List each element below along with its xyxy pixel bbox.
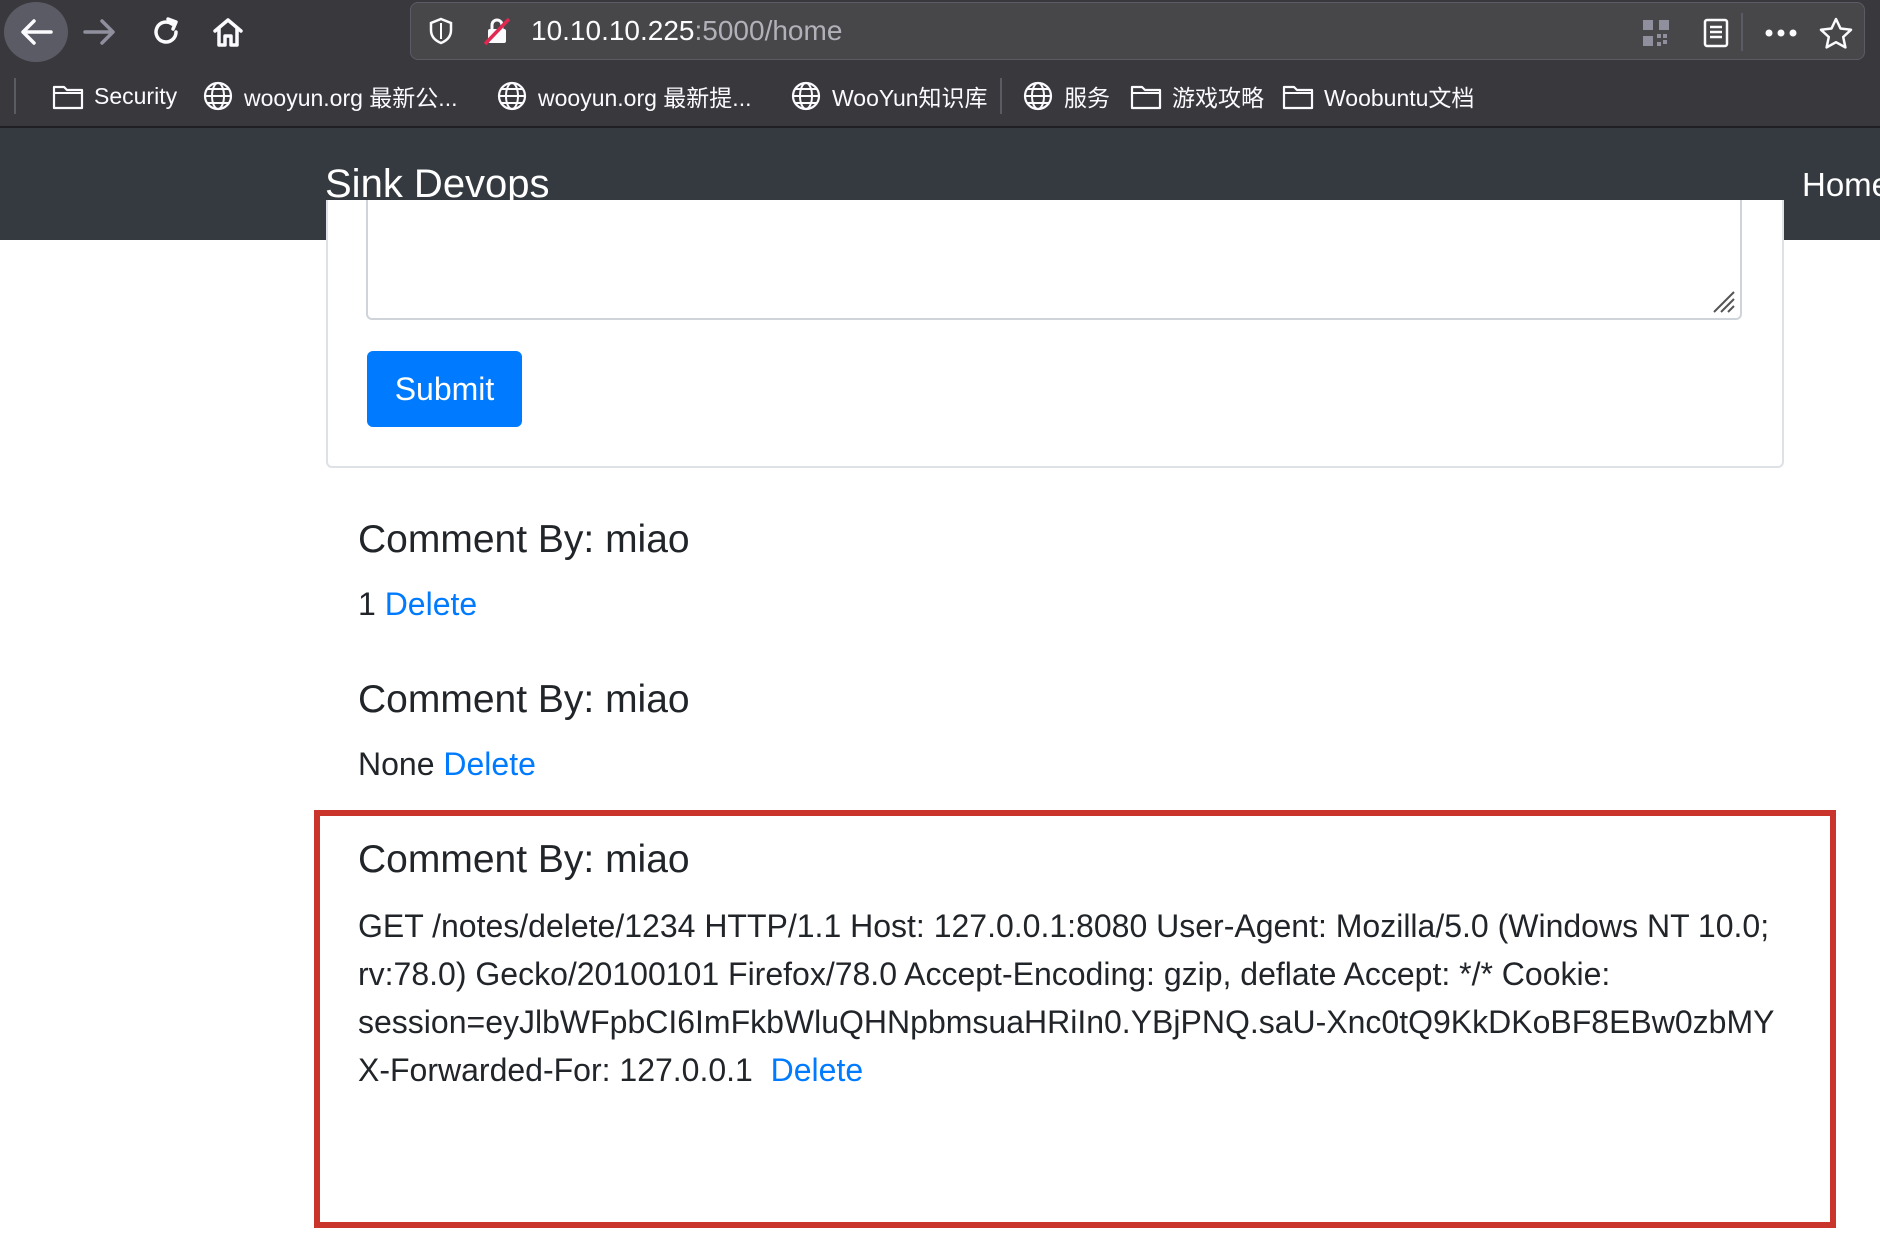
bookmarks-separator <box>1000 78 1002 114</box>
bookmark-woobuntu-docs[interactable]: Woobuntu文档 <box>1282 78 1474 114</box>
bookmark-wooyun-1[interactable]: wooyun.org 最新公... <box>202 78 457 114</box>
shield-icon[interactable] <box>425 15 457 47</box>
reload-button[interactable] <box>138 6 194 58</box>
comment-body: GET /notes/delete/1234 HTTP/1.1 Host: 12… <box>358 902 1778 1094</box>
comment-textarea[interactable] <box>366 200 1742 320</box>
reader-view-icon[interactable] <box>1696 13 1736 53</box>
bookmarks-separator <box>14 78 16 114</box>
browser-toolbar: 10.10.10.225:5000/home <box>0 0 1880 64</box>
comment-title: Comment By: miao <box>358 518 690 561</box>
bookmark-game-guides[interactable]: 游戏攻略 <box>1130 78 1264 114</box>
delete-link[interactable]: Delete <box>443 746 536 782</box>
globe-icon <box>1023 81 1053 111</box>
bookmark-wooyun-kb[interactable]: WooYun知识库 <box>790 78 988 114</box>
comment-text-line: GET /notes/delete/1234 HTTP/1.1 Host: 12… <box>358 908 1770 944</box>
qr-code-icon[interactable] <box>1636 13 1676 53</box>
url-host: 10.10.10.225 <box>531 15 695 46</box>
comment-text-line: rv:78.0) Gecko/20100101 Firefox/78.0 Acc… <box>358 956 1611 992</box>
bookmark-label: Security <box>94 82 178 109</box>
bookmark-wooyun-2[interactable]: wooyun.org 最新提... <box>496 78 751 114</box>
url-bar[interactable]: 10.10.10.225:5000/home <box>410 2 1865 60</box>
comment-text: 1 <box>358 586 376 622</box>
folder-icon <box>1130 85 1162 110</box>
nav-link-home[interactable]: Home <box>1802 166 1880 204</box>
comment-text-line: session=eyJlbWFpbCI6ImFkbWluQHNpbmsuaHRi… <box>358 1004 1775 1040</box>
comment-title: Comment By: miao <box>358 838 690 881</box>
comment-text: X-Forwarded-For: 127.0.0.1 <box>358 1052 762 1088</box>
folder-icon <box>1282 85 1314 110</box>
forward-button[interactable] <box>72 6 128 58</box>
bookmark-label: 游戏攻略 <box>1172 85 1264 111</box>
insecure-lock-icon[interactable] <box>481 15 513 47</box>
url-text[interactable]: 10.10.10.225:5000/home <box>531 15 842 47</box>
folder-icon <box>52 85 84 110</box>
home-icon <box>213 18 243 47</box>
bookmark-services[interactable]: 服务 <box>1022 78 1110 114</box>
resize-grip-icon[interactable] <box>1708 286 1736 314</box>
delete-link[interactable]: Delete <box>771 1052 864 1088</box>
back-arrow-icon <box>21 19 53 45</box>
bookmark-label: 服务 <box>1064 85 1110 111</box>
back-button[interactable] <box>4 2 68 62</box>
bookmark-security[interactable]: Security <box>52 78 177 114</box>
delete-link[interactable]: Delete <box>385 586 478 622</box>
forward-arrow-icon <box>83 19 115 45</box>
globe-icon <box>791 81 821 111</box>
more-icon[interactable] <box>1761 13 1801 53</box>
bookmark-label: wooyun.org 最新公... <box>244 85 458 111</box>
star-icon[interactable] <box>1816 13 1856 53</box>
bookmark-label: WooYun知识库 <box>832 85 988 111</box>
globe-icon <box>203 81 233 111</box>
submit-button[interactable]: Submit <box>367 351 522 427</box>
comment-text-line-last: X-Forwarded-For: 127.0.0.1 Delete <box>358 1046 1778 1094</box>
globe-icon <box>497 81 527 111</box>
reload-icon <box>154 17 178 44</box>
toolbar-separator <box>1741 13 1743 51</box>
bookmark-label: wooyun.org 最新提... <box>538 85 752 111</box>
bookmarks-bar: Security wooyun.org 最新公... wooyun.org 最新… <box>0 64 1880 128</box>
comment-body: None Delete <box>358 746 536 783</box>
url-path: :5000/home <box>694 15 843 46</box>
comment-text: None <box>358 746 435 782</box>
comment-body: 1 Delete <box>358 586 477 623</box>
home-button[interactable] <box>200 6 256 58</box>
bookmark-label: Woobuntu文档 <box>1324 85 1475 111</box>
comment-title: Comment By: miao <box>358 678 690 721</box>
